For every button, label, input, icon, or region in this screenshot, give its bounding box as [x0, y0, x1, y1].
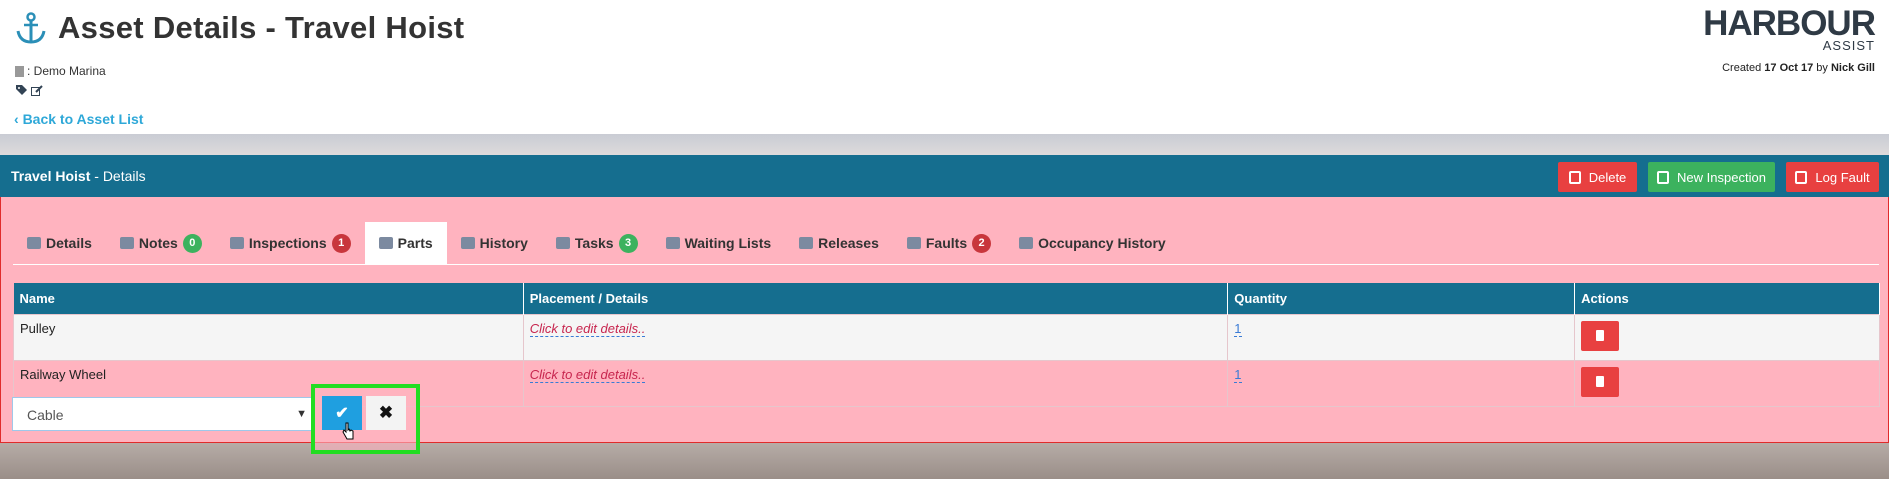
- chevron-down-icon: ▼: [296, 408, 307, 420]
- clock-icon: [665, 237, 680, 249]
- part-name: Pulley: [13, 314, 524, 361]
- anchor-icon: [16, 12, 46, 44]
- tab-label: Tasks: [574, 235, 614, 251]
- title-row: Asset Details - Travel Hoist: [14, 10, 464, 46]
- tasks-count-badge: 3: [618, 233, 638, 253]
- column-header[interactable]: Placement / Details: [523, 283, 1229, 315]
- panel-header: Travel Hoist - Details Delete New Inspec…: [0, 155, 1889, 197]
- back-link-label: Back to Asset List: [22, 111, 144, 127]
- tab-faults[interactable]: Faults 2: [893, 222, 1005, 264]
- tab-waiting-lists[interactable]: Waiting Lists: [652, 222, 786, 264]
- delete-part-button[interactable]: [1581, 367, 1620, 397]
- notes-count-badge: 0: [182, 233, 202, 253]
- new-inspection-label: New Inspection: [1677, 169, 1766, 185]
- puzzle-icon: [378, 237, 393, 249]
- tab-parts[interactable]: Parts: [364, 222, 447, 264]
- tab-notes[interactable]: Notes 0: [106, 222, 216, 264]
- alarm-icon: [1657, 170, 1670, 184]
- new-inspection-button[interactable]: New Inspection: [1648, 162, 1775, 192]
- column-header: Actions: [1574, 283, 1880, 315]
- tab-bar: Details Notes 0 Inspections 1 Parts Histor…: [13, 222, 1180, 264]
- chevron-left-icon: ‹: [14, 111, 23, 127]
- actions-cell: [1574, 314, 1880, 361]
- actions-cell: [1574, 360, 1880, 407]
- check-icon: ✔: [335, 405, 349, 422]
- faults-count-badge: 2: [972, 233, 992, 253]
- details-cell: Click to edit details..: [522, 314, 1229, 361]
- part-select-value: Cable: [27, 407, 64, 423]
- quantity-link[interactable]: 1: [1234, 367, 1242, 383]
- tab-releases[interactable]: Releases: [785, 222, 893, 264]
- details-cell: Click to edit details..: [522, 360, 1229, 407]
- panel-subtitle: - Details: [90, 168, 146, 184]
- tab-label: Inspections: [248, 235, 327, 251]
- log-fault-label: Log Fault: [1815, 169, 1870, 185]
- inspections-count-badge: 1: [331, 233, 351, 253]
- tab-label: Details: [46, 235, 92, 251]
- close-icon: ✖: [378, 403, 394, 422]
- parts-table: Name Placement / Details Quantity Action…: [13, 283, 1880, 407]
- column-header[interactable]: Quantity: [1227, 283, 1576, 315]
- delete-button[interactable]: Delete: [1558, 162, 1637, 192]
- tags-icon[interactable]: [16, 85, 27, 96]
- created-date: 17 Oct 17: [1764, 62, 1814, 74]
- alarm-icon: [229, 237, 244, 249]
- edit-details-link[interactable]: Click to edit details..: [529, 321, 646, 337]
- delete-label: Delete: [1588, 169, 1627, 185]
- page-header: Asset Details - Travel Hoist : Demo Mari…: [0, 0, 1889, 134]
- edit-icon[interactable]: [31, 85, 43, 97]
- car-icon: [906, 237, 921, 249]
- tab-label: Waiting Lists: [684, 235, 772, 251]
- tab-label: Occupancy History: [1038, 235, 1166, 251]
- cancel-add-part-button[interactable]: ✖: [366, 396, 406, 430]
- marina-label: : Demo Marina: [15, 64, 106, 78]
- anchor-icon: [27, 237, 41, 249]
- bed-icon: [1019, 237, 1034, 249]
- tasks-icon: [555, 237, 570, 249]
- tab-label: Faults: [925, 235, 968, 251]
- tab-details[interactable]: Details: [13, 222, 106, 264]
- quantity-link[interactable]: 1: [1234, 321, 1242, 337]
- asset-tag-tools: [16, 85, 43, 97]
- tab-divider: [13, 264, 1879, 265]
- log-fault-button[interactable]: Log Fault: [1786, 162, 1879, 192]
- tab-tasks[interactable]: Tasks 3: [542, 222, 652, 264]
- tab-occupancy-history[interactable]: Occupancy History: [1005, 222, 1180, 264]
- history-icon: [460, 237, 475, 249]
- tab-label: Parts: [397, 235, 433, 251]
- tab-label: Notes: [138, 235, 178, 251]
- delete-part-button[interactable]: [1581, 321, 1620, 351]
- panel-asset-name: Travel Hoist: [11, 168, 91, 184]
- created-info: Created 17 Oct 17 by Nick Gill: [1722, 62, 1875, 74]
- created-by: Nick Gill: [1830, 62, 1875, 74]
- logo-main: HARBOUR: [1703, 4, 1876, 43]
- tab-label: History: [479, 235, 528, 251]
- hand-cursor-icon: [342, 422, 354, 440]
- marina-name: : Demo Marina: [27, 64, 106, 78]
- panel-title: Travel Hoist - Details: [11, 168, 146, 184]
- quantity-cell: 1: [1227, 314, 1576, 361]
- harbour-assist-logo: HARBOUR ASSIST: [1703, 4, 1876, 54]
- building-icon: [15, 65, 24, 77]
- quantity-cell: 1: [1227, 360, 1576, 407]
- tab-inspections[interactable]: Inspections 1: [216, 222, 365, 264]
- created-by-word: by: [1816, 62, 1828, 74]
- tab-history[interactable]: History: [447, 222, 542, 264]
- tab-label: Releases: [818, 235, 879, 251]
- column-header[interactable]: Name: [13, 283, 524, 315]
- medkit-icon: [1795, 170, 1808, 184]
- sign-out-icon: [799, 237, 814, 249]
- page-title: Asset Details - Travel Hoist: [58, 10, 465, 45]
- table-row: Pulley Click to edit details.. 1: [13, 314, 1880, 361]
- edit-details-link[interactable]: Click to edit details..: [529, 367, 646, 383]
- trash-icon: [1568, 170, 1581, 184]
- created-prefix: Created: [1722, 62, 1762, 74]
- table-header-row: Name Placement / Details Quantity Action…: [13, 283, 1880, 315]
- back-to-asset-list-link[interactable]: ‹ Back to Asset List: [14, 111, 143, 127]
- part-select[interactable]: Cable ▼: [12, 397, 314, 431]
- note-icon: [119, 237, 134, 249]
